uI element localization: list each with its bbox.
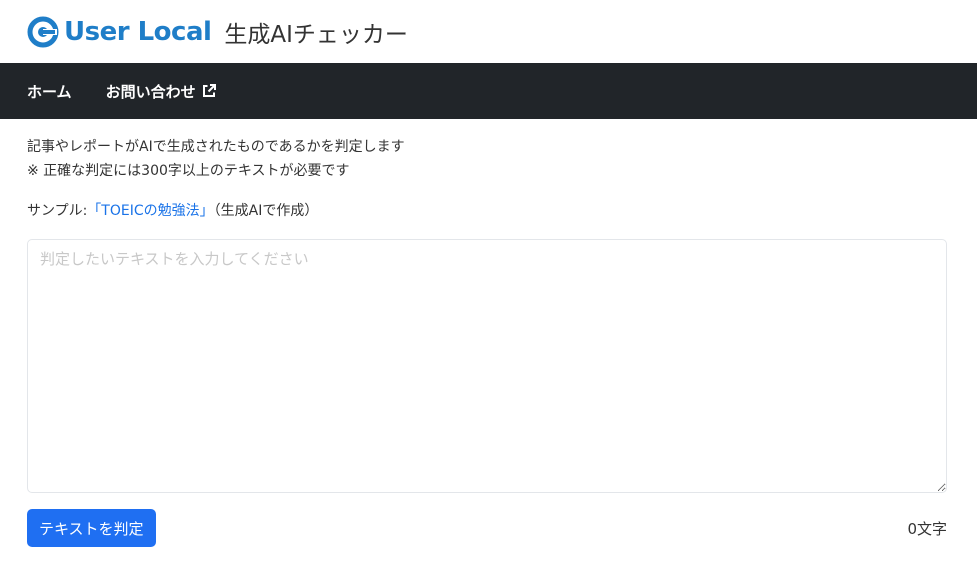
- sample-label: サンプル:: [27, 203, 88, 219]
- character-count: 0文字: [907, 519, 947, 538]
- main-content: 記事やレポートがAIで生成されたものであるかを判定します ※ 正確な判定には30…: [0, 119, 977, 547]
- header: User Local 生成AIチェッカー: [0, 0, 977, 63]
- actions-row: テキストを判定 0文字: [27, 509, 947, 547]
- logo-text: User Local: [64, 16, 212, 47]
- nav-contact-link[interactable]: お問い合わせ: [106, 81, 217, 102]
- sample-link[interactable]: 「TOEICの勉強法」: [87, 203, 213, 219]
- nav-home-link[interactable]: ホーム: [27, 81, 72, 102]
- sample-line: サンプル:「TOEICの勉強法」（生成AIで作成）: [27, 199, 947, 223]
- app-title: 生成AIチェッカー: [224, 21, 408, 48]
- user-local-logo-icon: [27, 16, 59, 47]
- description: 記事やレポートがAIで生成されたものであるかを判定します ※ 正確な判定には30…: [27, 135, 947, 183]
- description-line-1: 記事やレポートがAIで生成されたものであるかを判定します: [27, 139, 405, 155]
- external-link-icon: [202, 84, 216, 97]
- text-input[interactable]: [27, 239, 947, 493]
- navbar: ホーム お問い合わせ: [0, 63, 977, 119]
- judge-text-button[interactable]: テキストを判定: [27, 509, 156, 547]
- sample-note: （生成AIで作成）: [213, 203, 319, 219]
- description-line-2: ※ 正確な判定には300字以上のテキストが必要です: [27, 163, 350, 179]
- logo[interactable]: User Local: [27, 16, 212, 48]
- nav-contact-label: お問い合わせ: [105, 82, 196, 101]
